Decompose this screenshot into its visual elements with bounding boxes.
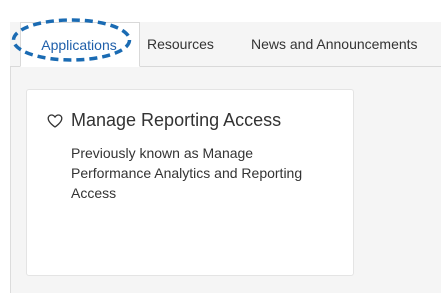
tab-resources-label: Resources — [147, 36, 214, 52]
card-description: Previously known as Manage Performance A… — [71, 145, 303, 201]
tab-bar: Applications Resources News and Announce… — [10, 22, 441, 67]
tab-news-and-announcements[interactable]: News and Announcements — [251, 22, 418, 66]
heart-outline-icon[interactable] — [47, 113, 63, 128]
application-card[interactable]: Manage Reporting Access Previously known… — [26, 89, 354, 276]
card-title[interactable]: Manage Reporting Access — [71, 110, 281, 131]
tab-news-label: News and Announcements — [251, 36, 418, 52]
card-header: Manage Reporting Access — [47, 110, 281, 131]
tab-resources[interactable]: Resources — [147, 22, 214, 66]
tab-applications[interactable]: Applications — [20, 22, 140, 67]
tab-applications-label: Applications — [41, 37, 117, 53]
